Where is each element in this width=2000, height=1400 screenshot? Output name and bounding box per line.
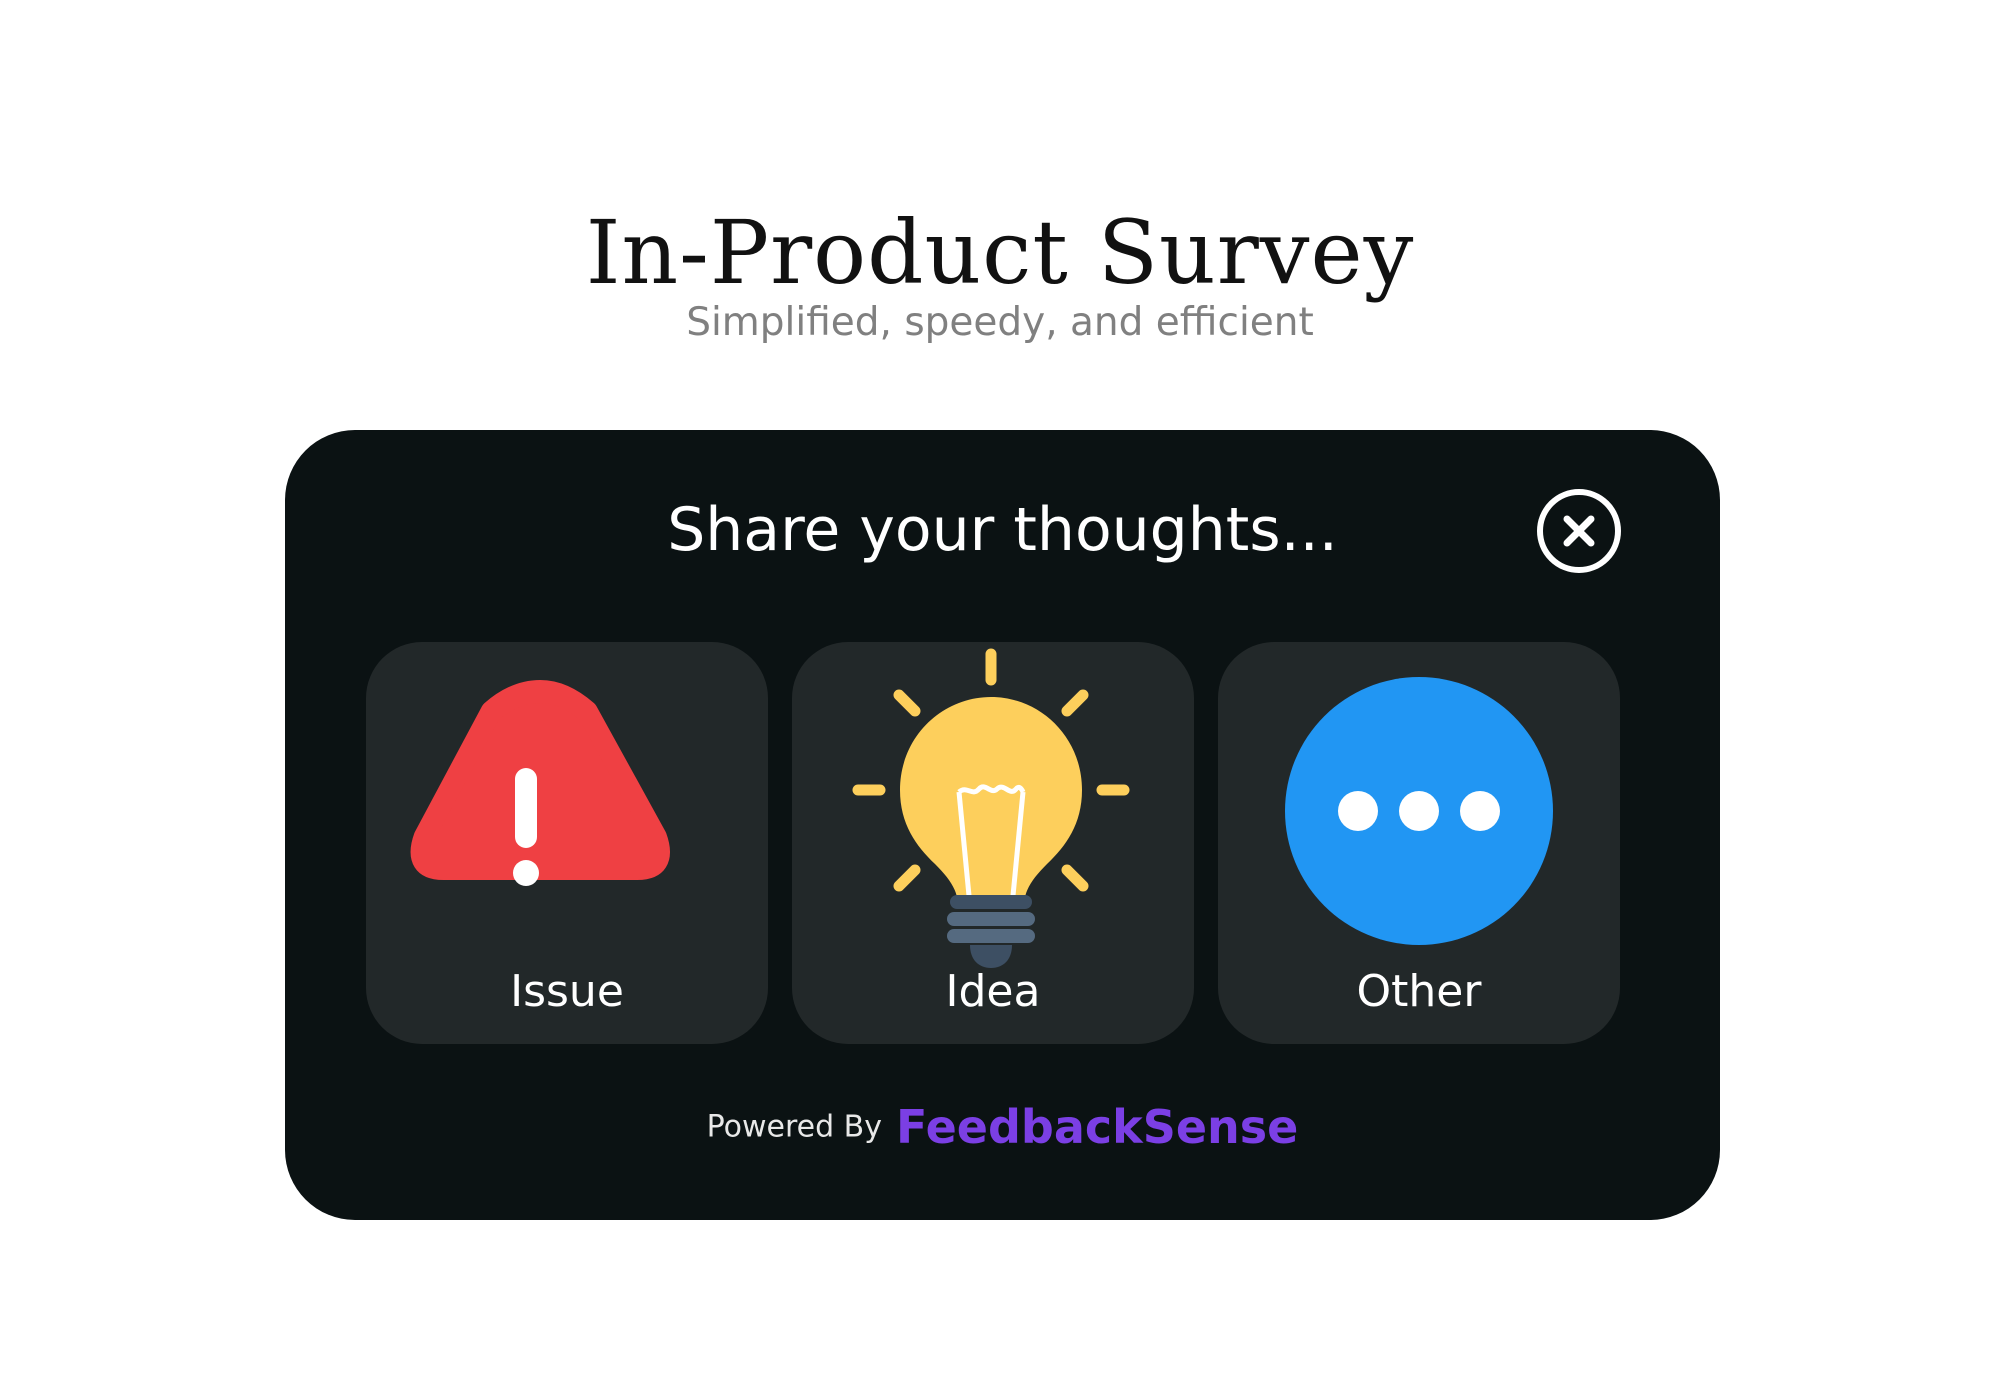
option-idea-label: Idea [945, 966, 1041, 1017]
widget-title: Share your thoughts... [667, 495, 1338, 565]
close-button[interactable] [1535, 487, 1623, 575]
option-issue-label: Issue [510, 966, 624, 1017]
page-title: In-Product Survey [585, 201, 1415, 304]
option-other-label: Other [1356, 966, 1482, 1017]
brand-link[interactable]: FeedbackSense [896, 1100, 1298, 1154]
page: In-Product Survey Simplified, speedy, an… [0, 0, 2000, 1400]
option-other[interactable]: Other [1218, 642, 1620, 1044]
page-subtitle: Simplified, speedy, and efficient [686, 300, 1314, 345]
option-idea[interactable]: Idea [792, 642, 1194, 1044]
survey-widget: Share your thoughts... Issue Idea Other … [285, 430, 1720, 1220]
option-issue[interactable]: Issue [366, 642, 768, 1044]
powered-by-footer: Powered By FeedbackSense [285, 1100, 1720, 1154]
close-circle-icon [1537, 489, 1621, 573]
powered-by-text: Powered By [706, 1109, 883, 1145]
